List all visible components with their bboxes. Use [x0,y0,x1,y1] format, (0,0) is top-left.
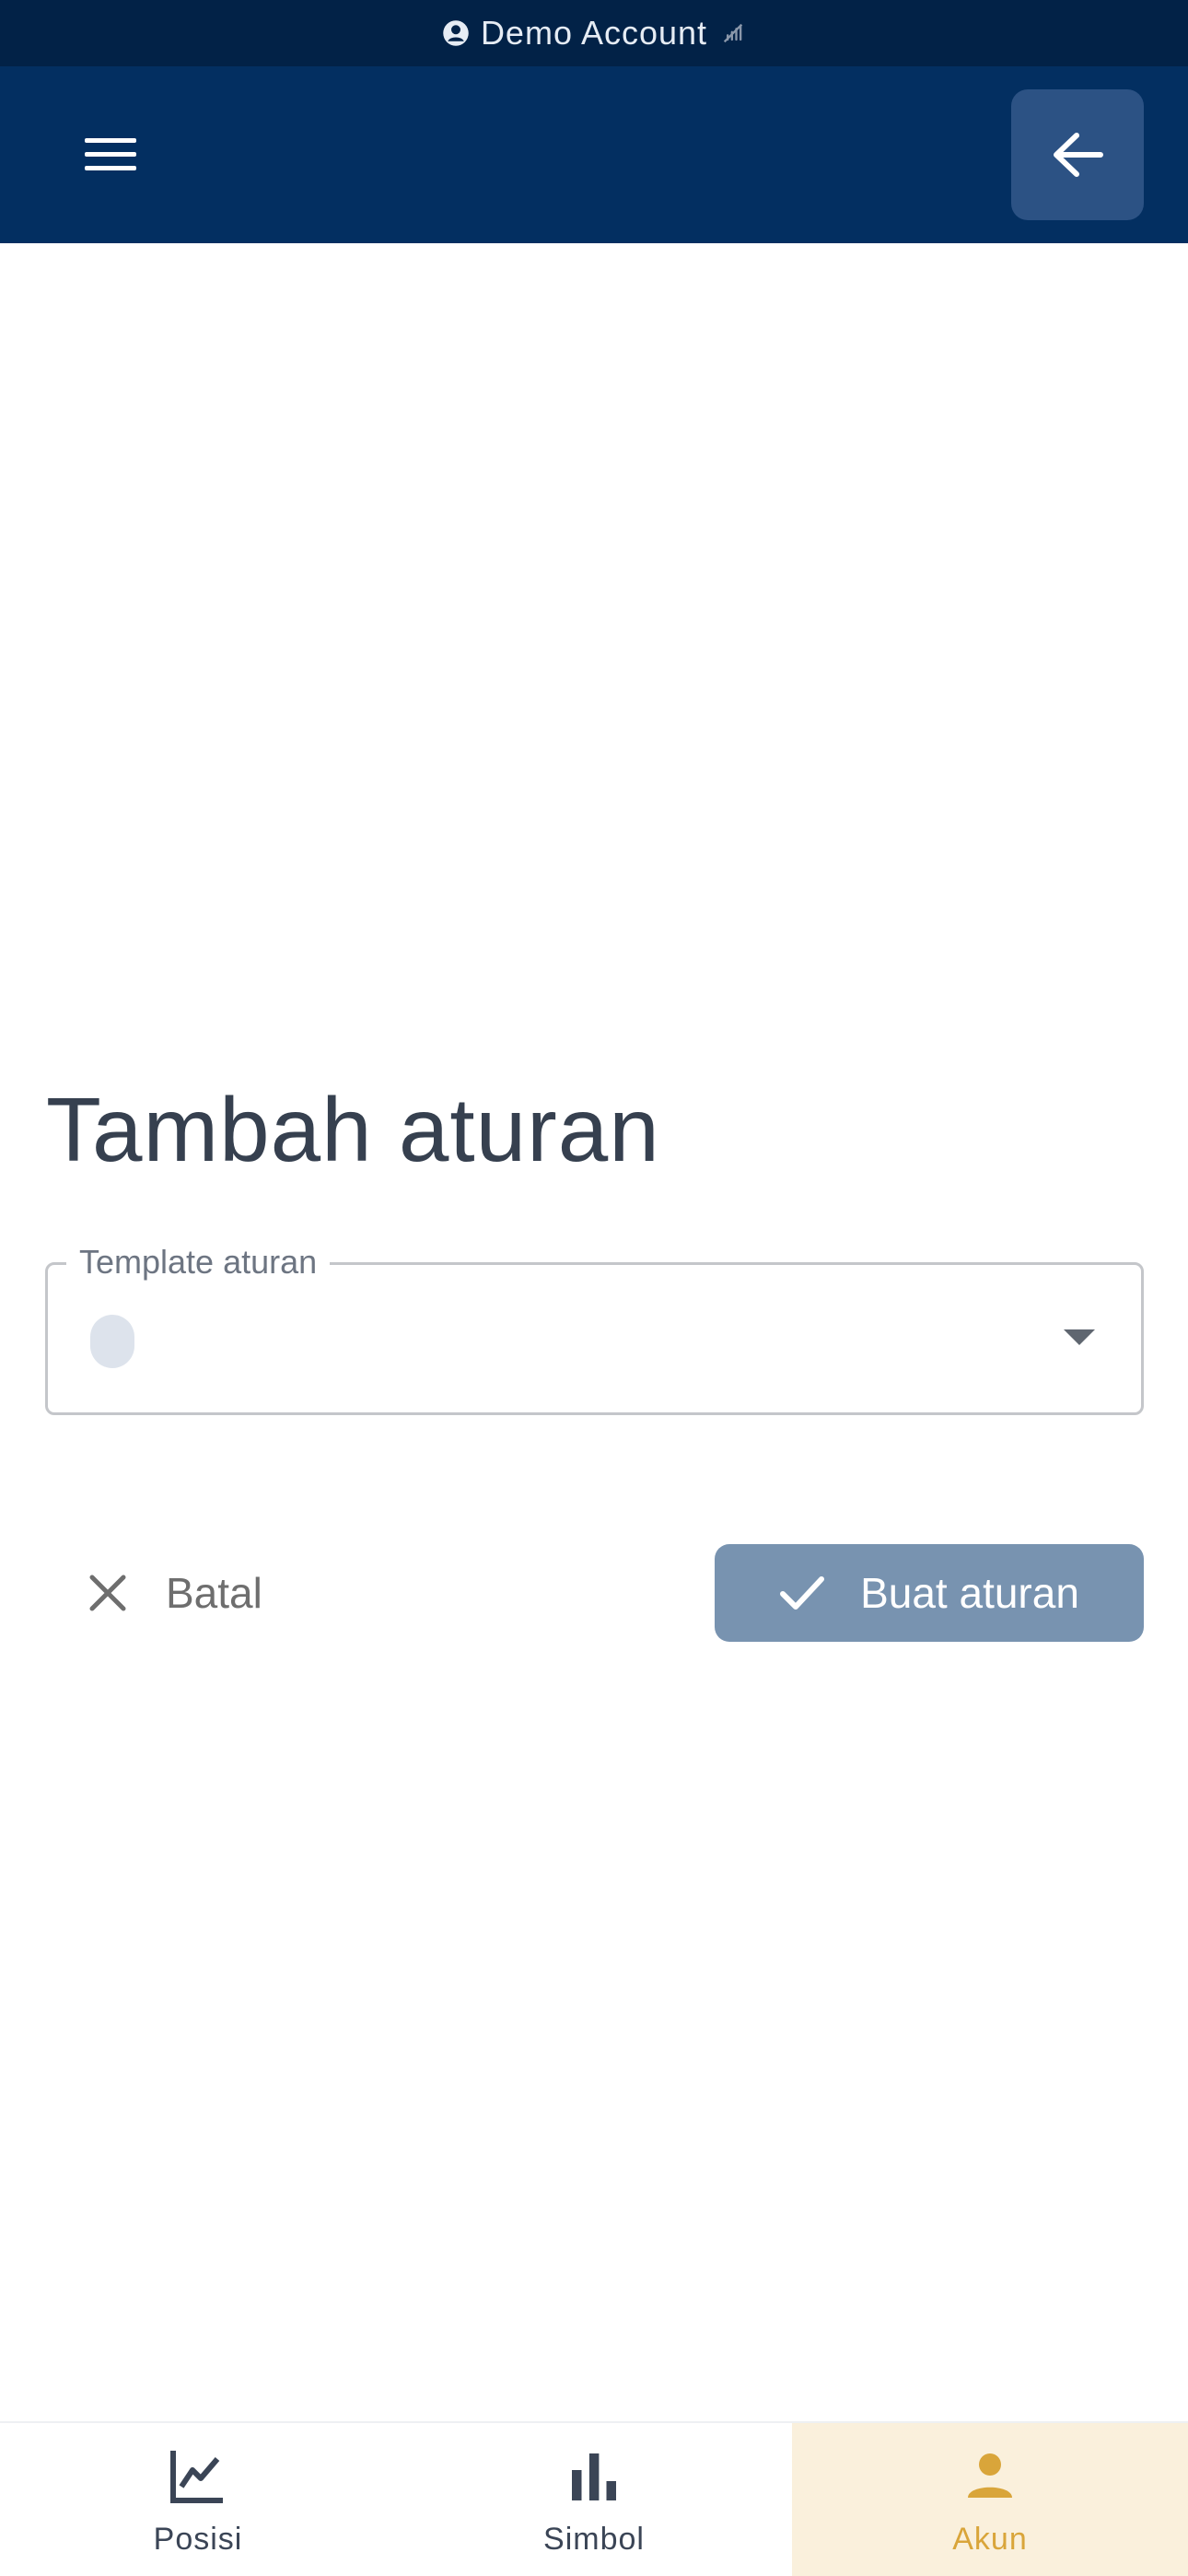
app-bar [0,66,1188,243]
signal-off-icon [723,23,743,43]
cancel-button[interactable]: Batal [88,1544,309,1642]
menu-button[interactable] [72,118,149,192]
template-select[interactable]: Template aturan [45,1243,1144,1415]
person-icon [968,2453,1012,2498]
template-select-value [90,1315,134,1368]
nav-item-label: Simbol [543,2521,645,2557]
bottom-navigation: Posisi Simbol Akun [0,2421,1188,2576]
nav-item-simbol[interactable]: Simbol [396,2423,792,2576]
check-icon [780,1576,825,1610]
arrow-left-icon [1054,133,1103,177]
nav-item-label: Posisi [153,2521,243,2557]
template-select-label: Template aturan [66,1243,331,1282]
create-rule-button-label: Buat aturan [860,1569,1079,1617]
line-chart-icon [170,2450,223,2503]
create-rule-button[interactable]: Buat aturan [715,1544,1144,1642]
menu-icon [85,138,136,170]
nav-item-posisi[interactable]: Posisi [0,2423,396,2576]
dropdown-arrow-icon[interactable] [1064,1329,1095,1345]
bar-chart-icon [572,2453,616,2500]
demo-account-label: Demo Account [480,14,708,52]
account-circle-icon [443,20,469,46]
back-button[interactable] [1011,89,1144,220]
close-icon [89,1575,126,1611]
demo-account-banner: Demo Account [0,0,1188,66]
nav-item-akun[interactable]: Akun [792,2423,1188,2576]
nav-item-label: Akun [952,2521,1028,2557]
page-title: Tambah aturan [46,1079,660,1180]
cancel-button-label: Batal [166,1569,262,1617]
